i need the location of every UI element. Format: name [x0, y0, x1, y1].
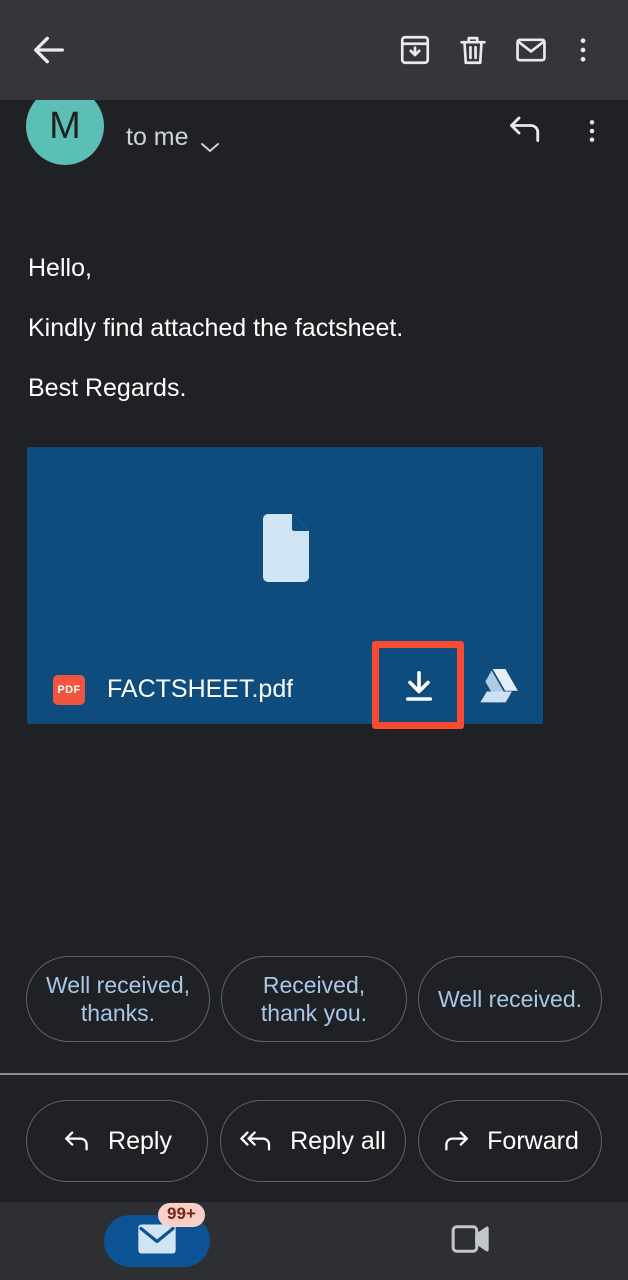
video-camera-icon — [449, 1223, 493, 1260]
nav-tab-mail[interactable]: 99+ — [0, 1202, 314, 1280]
attachment-card[interactable]: PDF FACTSHEET.pdf — [27, 447, 543, 724]
smart-reply-chips: Well received, thanks. Received, thank y… — [0, 955, 628, 1043]
message-more-options-icon[interactable] — [578, 117, 606, 150]
delete-icon[interactable] — [444, 21, 502, 79]
google-drive-icon — [478, 668, 520, 711]
archive-icon[interactable] — [386, 21, 444, 79]
nav-tab-meet[interactable] — [314, 1202, 628, 1280]
smart-reply-chip-line1: Well received, — [45, 971, 191, 998]
smart-reply-chip-line1: Received, — [262, 971, 366, 998]
forward-button-label: Forward — [487, 1126, 579, 1155]
reply-button[interactable]: Reply — [26, 1100, 208, 1182]
body-line: Hello, — [28, 254, 92, 282]
pdf-badge-label: PDF — [57, 683, 81, 696]
smart-reply-chip-line2: thank you. — [260, 1000, 368, 1026]
smart-reply-chip-line1: Well received. — [437, 985, 583, 1012]
smart-reply-chip[interactable]: Well received, thanks. — [26, 956, 210, 1042]
document-icon — [257, 513, 313, 589]
app-bar — [0, 0, 628, 100]
recipients-label: to me — [126, 122, 189, 151]
reply-all-icon — [240, 1129, 274, 1153]
bottom-navigation: 99+ — [0, 1202, 628, 1280]
body-line: Kindly find attached the factsheet. — [28, 314, 404, 342]
download-icon — [401, 669, 437, 710]
pdf-file-type-icon: PDF — [53, 674, 85, 705]
reply-icon — [62, 1129, 92, 1153]
download-attachment-button[interactable] — [391, 662, 447, 718]
reply-icon[interactable] — [506, 115, 544, 150]
nav-tab-mail-pill: 99+ — [104, 1203, 210, 1267]
divider — [0, 1073, 628, 1075]
smart-reply-chip-line2: thanks. — [80, 1000, 156, 1026]
attachment-footer: PDF FACTSHEET.pdf — [27, 655, 543, 724]
forward-icon — [441, 1129, 471, 1153]
message-actions: Reply Reply all Forward — [0, 1100, 628, 1182]
chevron-down-icon — [200, 131, 220, 152]
reply-button-label: Reply — [108, 1126, 172, 1155]
smart-reply-chip[interactable]: Well received. — [418, 956, 602, 1042]
reply-all-button-label: Reply all — [290, 1126, 386, 1155]
recipients-toggle[interactable]: to me — [126, 123, 220, 152]
mark-unread-icon[interactable] — [502, 21, 560, 79]
reply-all-button[interactable]: Reply all — [220, 1100, 406, 1182]
save-to-drive-button[interactable] — [469, 662, 529, 718]
body-line: Best Regards. — [28, 374, 187, 402]
back-arrow-icon[interactable] — [26, 27, 72, 73]
attachment-preview[interactable] — [27, 447, 543, 655]
mail-unread-badge: 99+ — [158, 1203, 205, 1227]
more-options-icon[interactable] — [560, 21, 606, 79]
attachment-filename: FACTSHEET.pdf — [107, 675, 294, 703]
avatar-letter: M — [49, 104, 81, 147]
forward-button[interactable]: Forward — [418, 1100, 602, 1182]
message-body: Hello, Kindly find attached the factshee… — [0, 256, 628, 436]
mail-icon — [137, 1223, 177, 1260]
smart-reply-chip[interactable]: Received, thank you. — [221, 956, 407, 1042]
